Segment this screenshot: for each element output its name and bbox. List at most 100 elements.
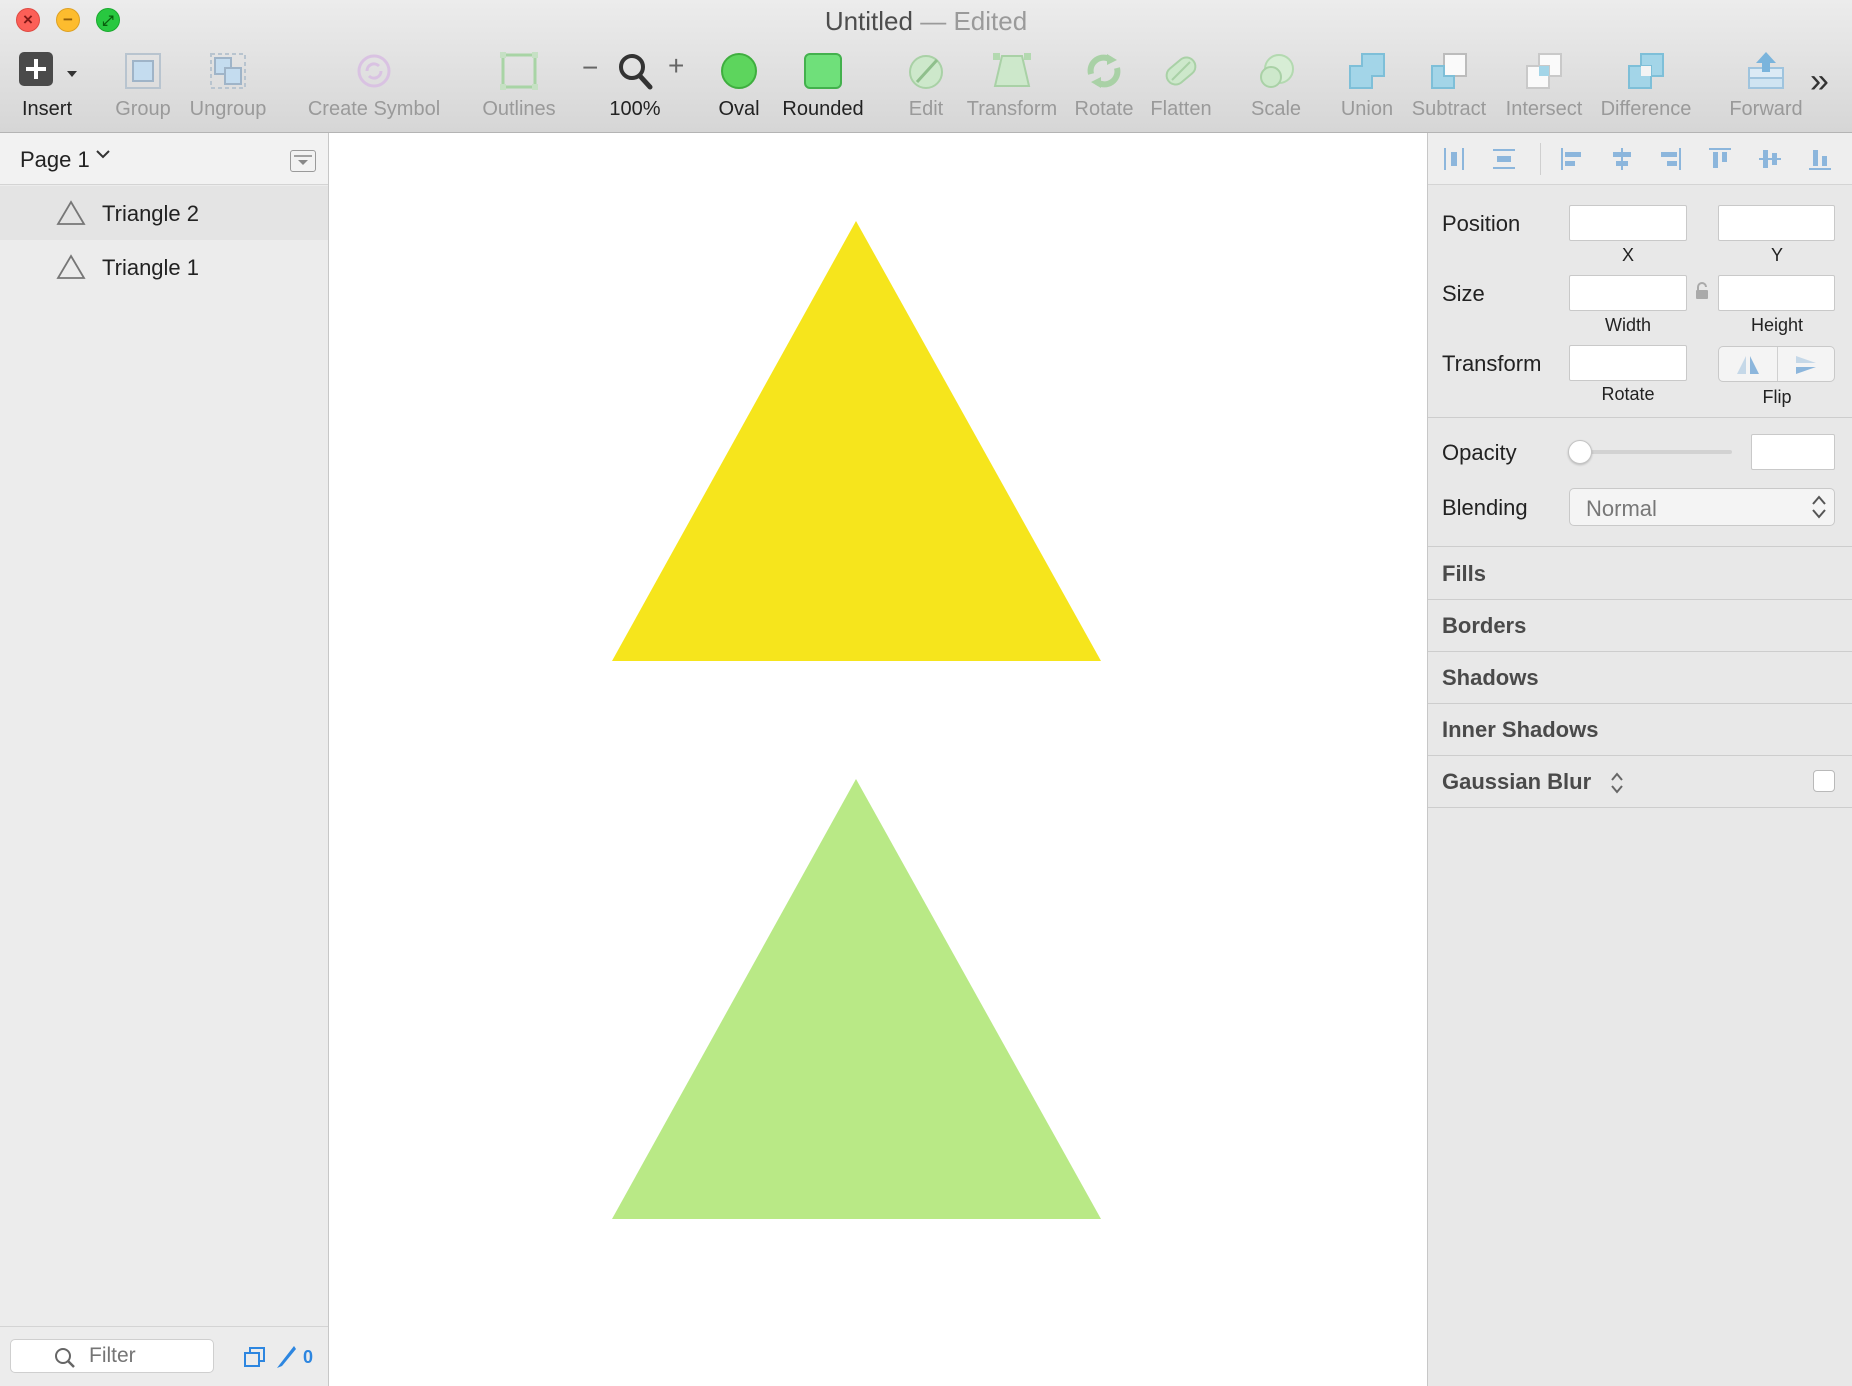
opacity-slider-knob[interactable] bbox=[1568, 440, 1592, 464]
layer-filter-bar: 0 bbox=[0, 1326, 328, 1386]
inner-shadows-section[interactable]: Inner Shadows bbox=[1442, 717, 1598, 743]
section-divider bbox=[1428, 417, 1852, 418]
rotate-label: Rotate bbox=[1601, 384, 1655, 404]
layer-row[interactable]: Triangle 2 bbox=[0, 186, 328, 240]
width-field[interactable] bbox=[1569, 275, 1687, 311]
slice-knife-icon[interactable] bbox=[274, 1344, 298, 1370]
intersect-button[interactable]: Intersect bbox=[1506, 46, 1582, 124]
layers-sidebar: Page 1 Triangle 2 Triangle 1 Filter 0 bbox=[0, 133, 329, 1386]
section-divider bbox=[1428, 599, 1852, 600]
blending-select[interactable]: Normal bbox=[1569, 488, 1835, 526]
opacity-slider[interactable] bbox=[1574, 450, 1732, 454]
flip-vertical-icon[interactable] bbox=[1793, 352, 1819, 378]
height-label: Height bbox=[1750, 315, 1804, 335]
subtract-icon bbox=[1431, 53, 1467, 89]
insert-button[interactable]: Insert bbox=[16, 46, 78, 124]
triangle-1-shape[interactable] bbox=[612, 779, 1101, 1219]
gaussian-blur-checkbox[interactable] bbox=[1813, 770, 1835, 792]
outlines-button[interactable]: Outlines bbox=[482, 46, 556, 124]
create-symbol-button[interactable]: Create Symbol bbox=[308, 46, 440, 124]
align-top-icon[interactable] bbox=[1706, 145, 1734, 173]
alignment-toolbar bbox=[1428, 133, 1852, 185]
rotate-icon bbox=[1087, 54, 1121, 88]
fills-section[interactable]: Fills bbox=[1442, 561, 1486, 587]
edit-button[interactable]: Edit bbox=[895, 46, 957, 124]
size-label: Size bbox=[1442, 281, 1485, 306]
group-button[interactable]: Group bbox=[112, 46, 174, 124]
blur-type-arrows-icon[interactable] bbox=[1610, 771, 1624, 795]
difference-button[interactable]: Difference bbox=[1601, 46, 1691, 124]
section-divider bbox=[1428, 703, 1852, 704]
ungroup-icon bbox=[210, 53, 246, 89]
oval-button[interactable]: Oval bbox=[708, 46, 770, 124]
ungroup-button[interactable]: Ungroup bbox=[190, 46, 266, 124]
layer-name: Triangle 1 bbox=[102, 255, 200, 280]
opacity-label: Opacity bbox=[1442, 440, 1517, 465]
align-divider bbox=[1540, 143, 1541, 175]
blending-label: Blending bbox=[1442, 495, 1528, 520]
layer-name: Triangle 2 bbox=[102, 201, 200, 226]
chevron-down-icon bbox=[67, 71, 77, 77]
section-divider bbox=[1428, 546, 1852, 547]
align-center-horizontal-icon[interactable] bbox=[1608, 145, 1636, 173]
triangle-icon bbox=[56, 200, 86, 225]
rounded-rectangle-icon bbox=[804, 53, 842, 89]
height-field[interactable] bbox=[1718, 275, 1835, 311]
document-name: Untitled bbox=[824, 6, 913, 36]
section-divider bbox=[1428, 651, 1852, 652]
transform-icon bbox=[993, 53, 1031, 87]
group-icon bbox=[125, 53, 161, 89]
page-selector[interactable]: Page 1 bbox=[0, 133, 328, 185]
layer-row[interactable]: Triangle 1 bbox=[0, 240, 328, 294]
align-left-icon[interactable] bbox=[1558, 145, 1586, 173]
ungroup-label: Ungroup bbox=[189, 98, 267, 120]
width-label: Width bbox=[1604, 315, 1651, 335]
oval-icon bbox=[721, 53, 757, 89]
collapse-pages-button[interactable] bbox=[290, 150, 316, 172]
select-arrows-icon bbox=[1812, 495, 1826, 519]
toolbar: × − ⤢ Untitled — Edited Insert Group Ung… bbox=[0, 0, 1852, 133]
align-middle-vertical-icon[interactable] bbox=[1756, 145, 1784, 173]
rotate-field[interactable] bbox=[1569, 345, 1687, 381]
position-y-field[interactable] bbox=[1718, 205, 1835, 241]
section-divider bbox=[1428, 755, 1852, 756]
exportable-layers-icon[interactable] bbox=[243, 1346, 267, 1368]
borders-section[interactable]: Borders bbox=[1442, 613, 1526, 639]
distribute-horizontal-icon[interactable] bbox=[1440, 145, 1468, 173]
difference-label: Difference bbox=[1600, 98, 1692, 120]
scale-icon bbox=[1260, 54, 1294, 88]
align-bottom-icon[interactable] bbox=[1806, 145, 1834, 173]
opacity-field[interactable] bbox=[1751, 434, 1835, 470]
zoom-out-button[interactable]: − bbox=[582, 52, 598, 84]
forward-label: Forward bbox=[1729, 98, 1803, 120]
rounded-rectangle-button[interactable]: Rounded bbox=[782, 46, 864, 124]
canvas[interactable] bbox=[329, 133, 1427, 1386]
forward-button[interactable]: Forward bbox=[1729, 46, 1803, 124]
flip-buttons bbox=[1718, 346, 1835, 382]
scale-button[interactable]: Scale bbox=[1245, 46, 1307, 124]
filter-input[interactable] bbox=[10, 1339, 214, 1373]
shadows-section[interactable]: Shadows bbox=[1442, 665, 1539, 691]
magnifier-icon[interactable] bbox=[614, 50, 656, 92]
toolbar-overflow-button[interactable]: » bbox=[1810, 64, 1829, 98]
flatten-button[interactable]: Flatten bbox=[1150, 46, 1212, 124]
gaussian-blur-section[interactable]: Gaussian Blur bbox=[1442, 769, 1591, 795]
transform-button[interactable]: Transform bbox=[967, 46, 1057, 124]
align-right-icon[interactable] bbox=[1656, 145, 1684, 173]
collapse-icon bbox=[294, 155, 312, 165]
edit-icon bbox=[909, 55, 943, 89]
flip-label: Flip bbox=[1762, 387, 1792, 407]
zoom-in-button[interactable]: + bbox=[668, 50, 684, 82]
bring-forward-icon bbox=[1748, 52, 1784, 89]
distribute-vertical-icon[interactable] bbox=[1490, 145, 1518, 173]
flip-divider bbox=[1777, 347, 1778, 381]
subtract-button[interactable]: Subtract bbox=[1412, 46, 1486, 124]
lock-icon[interactable] bbox=[1695, 282, 1709, 300]
position-x-field[interactable] bbox=[1569, 205, 1687, 241]
triangle-2-shape[interactable] bbox=[612, 221, 1101, 661]
slice-count: 0 bbox=[303, 1347, 314, 1367]
insert-label: Insert bbox=[21, 98, 73, 120]
outlines-icon bbox=[500, 52, 538, 90]
flip-horizontal-icon[interactable] bbox=[1735, 354, 1761, 376]
flatten-icon bbox=[1165, 56, 1197, 86]
